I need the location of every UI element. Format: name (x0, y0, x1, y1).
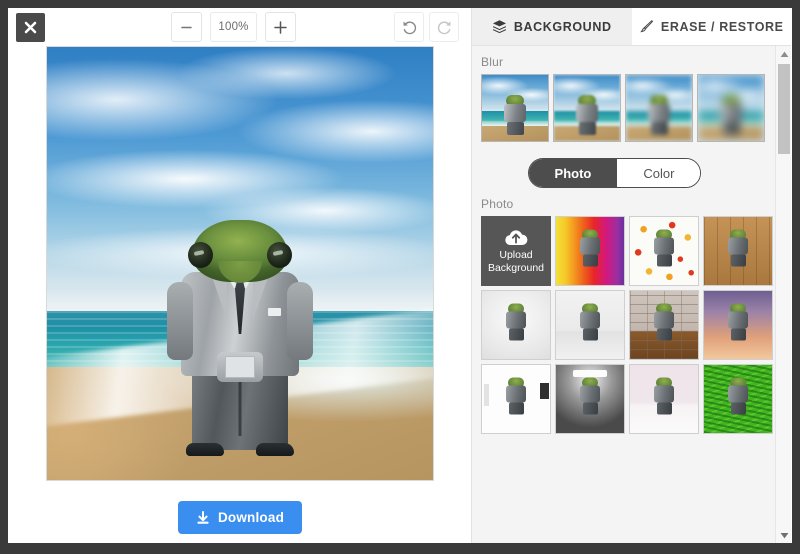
desktop-backdrop: 100% Download BACKGROUND ERASE / RESTORE… (0, 0, 800, 554)
app-window: 100% Download BACKGROUND ERASE / RESTORE… (8, 8, 792, 543)
source-toggle-row: Photo Color (472, 158, 775, 188)
zoom-controls: 100% (171, 12, 296, 42)
upload-line-2: Background (487, 262, 545, 274)
undo-button[interactable] (394, 12, 424, 42)
undo-icon (402, 20, 416, 34)
zoom-out-button[interactable] (171, 12, 202, 42)
triangle-up-icon (780, 51, 788, 57)
scrollbar-thumb[interactable] (778, 64, 790, 154)
pocket-square (268, 308, 281, 317)
canvas-viewport[interactable] (8, 46, 472, 501)
zoom-in-button[interactable] (265, 12, 296, 42)
tab-background-label: BACKGROUND (513, 19, 612, 34)
layers-icon (492, 20, 506, 34)
left-eye (188, 242, 213, 269)
editor-toolbar: 100% (8, 8, 471, 46)
toggle-color[interactable]: Color (617, 159, 701, 187)
held-paper (225, 356, 255, 379)
source-toggle: Photo Color (527, 158, 702, 188)
blur-option-none[interactable] (481, 74, 549, 142)
photo-option-brick-wall[interactable] (629, 290, 699, 360)
image-canvas[interactable] (46, 46, 434, 481)
history-controls (394, 12, 459, 42)
toggle-photo[interactable]: Photo (528, 159, 618, 187)
zoom-level-display[interactable]: 100% (210, 12, 257, 42)
close-icon (24, 21, 37, 34)
photo-option-wood-planks[interactable] (703, 216, 773, 286)
side-panel: BACKGROUND ERASE / RESTORE Blur Photo Co… (472, 8, 791, 543)
download-row: Download (8, 501, 472, 534)
photo-option-spotlight-dark[interactable] (555, 364, 625, 434)
photo-option-rainbow-stripes[interactable] (555, 216, 625, 286)
scroll-down-button[interactable] (776, 527, 791, 543)
editor-pane: 100% Download (8, 8, 472, 543)
subject-figure (167, 220, 313, 457)
muzzle (218, 261, 262, 284)
photo-option-soft-pink[interactable] (629, 364, 699, 434)
photo-thumbnail-grid: Upload Background (472, 216, 775, 434)
panel-scrollbar[interactable] (775, 46, 791, 543)
redo-icon (437, 20, 451, 34)
blur-thumbnail-grid (472, 74, 775, 142)
download-icon (197, 510, 209, 524)
download-button-label: Download (217, 510, 285, 525)
blur-option-light[interactable] (553, 74, 621, 142)
blur-option-heavy[interactable] (697, 74, 765, 142)
tab-background[interactable]: BACKGROUND (472, 8, 632, 45)
upload-background-tile[interactable]: Upload Background (481, 216, 551, 286)
suit-jacket (167, 272, 313, 383)
cloud-upload-icon (505, 230, 528, 245)
close-button[interactable] (16, 13, 45, 42)
photo-section-label: Photo (481, 197, 514, 211)
turtle-head (188, 220, 292, 284)
photo-option-white-room[interactable] (481, 364, 551, 434)
left-arm (167, 282, 193, 361)
right-eye (267, 242, 292, 269)
plus-icon (274, 20, 287, 34)
right-shoe (256, 443, 294, 457)
panel-body: Blur Photo Color Photo Upload Background (472, 46, 775, 543)
left-shoe (186, 443, 224, 457)
brush-icon (640, 19, 654, 33)
download-button[interactable]: Download (177, 501, 303, 534)
photo-option-floral-dots[interactable] (629, 216, 699, 286)
tab-erase-restore-label: ERASE / RESTORE (660, 19, 784, 34)
scroll-up-button[interactable] (776, 46, 791, 62)
blur-option-medium[interactable] (625, 74, 693, 142)
photo-option-studio-white[interactable] (555, 290, 625, 360)
trousers (186, 372, 294, 457)
blur-section-label: Blur (481, 55, 504, 69)
minus-icon (181, 26, 192, 28)
tab-erase-restore[interactable]: ERASE / RESTORE (631, 8, 791, 45)
necktie (235, 280, 245, 335)
redo-button[interactable] (429, 12, 459, 42)
photo-option-purple-sunset[interactable] (703, 290, 773, 360)
photo-option-studio-light-grey[interactable] (481, 290, 551, 360)
right-arm (287, 282, 313, 361)
photo-option-green-grass[interactable] (703, 364, 773, 434)
panel-tabs: BACKGROUND ERASE / RESTORE (472, 8, 791, 46)
upload-line-1: Upload (499, 249, 533, 261)
triangle-down-icon (780, 532, 788, 538)
